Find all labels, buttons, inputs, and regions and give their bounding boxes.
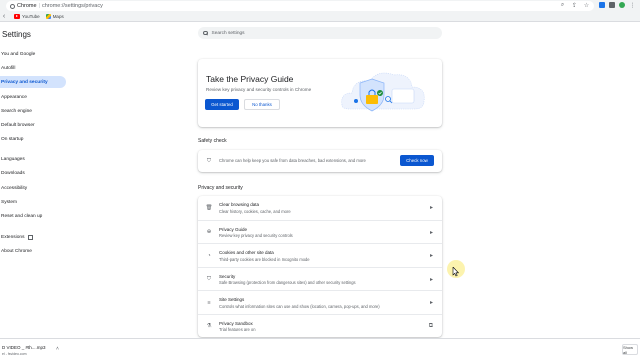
sidebar-item-label: Extensions (1, 234, 25, 240)
row-title: Clear browsing data (219, 202, 260, 207)
sidebar-item-privacy-and-security[interactable]: Privacy and security (0, 76, 66, 88)
row-description: Review key privacy and security controls (219, 233, 293, 238)
sliders-icon: ≡ (207, 299, 211, 306)
maps-icon (45, 14, 51, 19)
sidebar-item-about-chrome[interactable]: About Chrome (0, 245, 66, 257)
bookmark-maps[interactable]: Maps (45, 14, 64, 19)
safety-check-heading: Safety check (198, 138, 227, 144)
download-item[interactable]: D VIDEO _ #th....mp3 el - fsvideo.com ˄ (0, 342, 60, 358)
profile-avatar-icon[interactable] (619, 2, 625, 8)
search-input[interactable]: Search settings (198, 27, 442, 39)
sidebar-item-appearance[interactable]: Appearance (0, 91, 66, 103)
mouse-pointer-icon (452, 267, 459, 277)
sidebar-item-search-engine[interactable]: Search engine (0, 105, 66, 117)
zoom-icon[interactable]: ⌕ (559, 2, 566, 9)
search-placeholder: Search settings (211, 30, 245, 36)
settings-sidebar: Settings You and Google Autofill Privacy… (0, 22, 72, 338)
download-bar: D VIDEO _ #th....mp3 el - fsvideo.com ˄ … (0, 338, 640, 360)
row-title: Cookies and other site data (219, 250, 274, 255)
sidebar-item-reset[interactable]: Reset and clean up (0, 210, 66, 222)
bookmark-star-icon[interactable]: ☆ (583, 2, 590, 9)
guide-subtitle: Review key privacy and security controls… (206, 87, 312, 92)
url-separator: | (38, 3, 40, 9)
sidebar-item-languages[interactable]: Languages (0, 153, 66, 165)
extension-icon[interactable] (599, 2, 605, 8)
trash-icon: 🗑 (205, 204, 213, 211)
row-description: Third-party cookies are blocked in Incog… (219, 256, 310, 262)
show-all-button[interactable]: Show all (622, 344, 638, 355)
chevron-right-icon: ▸ (429, 205, 433, 211)
privacy-guide-card: Take the Privacy Guide Review key privac… (198, 59, 442, 127)
check-now-button[interactable]: Check now (400, 155, 434, 166)
youtube-icon (14, 14, 20, 19)
chevron-right-icon: ▸ (429, 276, 433, 283)
row-description: Trial features are on (219, 327, 256, 332)
download-filename: D VIDEO _ #th....mp3 (2, 345, 46, 350)
browser-toolbar: Chrome | chrome://settings/privacy ⌕ ⇪ ☆… (0, 0, 640, 12)
row-title: Security (219, 273, 236, 279)
bookmark-label: YouTube (22, 14, 40, 19)
privacy-row-security[interactable]: ⛉ Security Safe Browsing (protection fro… (198, 266, 442, 291)
privacy-card: 🗑 Clear browsing data Clear history, coo… (198, 196, 442, 337)
row-description: Controls what information sites can use … (219, 303, 380, 309)
get-started-button[interactable]: Get started (205, 99, 239, 110)
search-icon (203, 30, 208, 36)
menu-icon[interactable]: ⋮ (629, 2, 636, 9)
row-description: Safe Browsing (protection from dangerous… (219, 280, 356, 285)
chrome-chip: Chrome (17, 3, 37, 9)
chevron-right-icon: ▸ (429, 253, 433, 259)
bookmark-label: Maps (52, 14, 64, 19)
download-source: el - fsvideo.com (2, 351, 27, 356)
url-text[interactable]: chrome://settings/privacy (42, 3, 103, 9)
sidebar-item-on-startup[interactable]: On startup (0, 133, 66, 145)
privacy-row-clear-browsing-data[interactable]: 🗑 Clear browsing data Clear history, coo… (198, 196, 442, 220)
external-link-icon: ⧉ (428, 322, 433, 329)
no-thanks-button[interactable]: No thanks (244, 99, 280, 110)
privacy-row-privacy-sandbox[interactable]: ⚗ Privacy Sandbox Trial features are on … (198, 313, 442, 338)
guide-title: Take the Privacy Guide (206, 74, 294, 84)
site-info-icon[interactable] (10, 3, 15, 9)
row-description: Clear history, cookies, cache, and more (219, 208, 291, 214)
privacy-row-cookies[interactable]: ◔ Cookies and other site data Third-part… (198, 243, 442, 267)
shield-icon: ⛉ (206, 275, 212, 282)
row-title: Privacy Guide (219, 226, 248, 232)
sidebar-item-system[interactable]: System (0, 196, 66, 208)
bookmarks-bar: ‹ YouTube Maps (0, 12, 640, 22)
sidebar-item-downloads[interactable]: Downloads (0, 167, 66, 179)
sidebar-item-autofill[interactable]: Autofill (0, 62, 66, 74)
privacy-guide-illustration-icon (341, 72, 425, 112)
shield-icon: ⛉ (206, 157, 212, 164)
chevron-up-icon[interactable]: ˄ (56, 346, 59, 352)
cursor-highlight (447, 260, 465, 278)
bookmark-youtube[interactable]: YouTube (14, 14, 40, 19)
address-bar[interactable]: Chrome | chrome://settings/privacy ⌕ ⇪ ☆ (6, 1, 594, 11)
cookie-icon: ◔ (207, 252, 211, 259)
privacy-row-privacy-guide[interactable]: ⊕ Privacy Guide Review key privacy and s… (198, 219, 442, 244)
sidebar-item-extensions[interactable]: Extensions (0, 231, 66, 243)
row-title: Site Settings (219, 297, 245, 302)
page-title: Settings (2, 30, 31, 39)
privacy-heading: Privacy and security (198, 185, 243, 191)
sidebar-item-accessibility[interactable]: Accessibility (0, 182, 66, 194)
row-title: Privacy Sandbox (219, 320, 253, 326)
compass-icon: ⊕ (206, 229, 212, 235)
external-link-icon (28, 234, 34, 240)
chevron-right-icon: ▸ (429, 300, 433, 306)
chevron-left-icon[interactable]: ‹ (0, 12, 8, 22)
safety-check-text: Chrome can help keep you safe from data … (219, 158, 366, 163)
share-icon[interactable]: ⇪ (571, 2, 578, 9)
extensions-puzzle-icon[interactable] (609, 2, 615, 8)
privacy-row-site-settings[interactable]: ≡ Site Settings Controls what informatio… (198, 290, 442, 314)
safety-check-card: ⛉ Chrome can help keep you safe from dat… (198, 150, 442, 172)
chevron-right-icon: ▸ (429, 229, 433, 236)
flask-icon: ⚗ (206, 323, 212, 329)
sidebar-item-default-browser[interactable]: Default browser (0, 119, 66, 131)
sidebar-item-you-and-google[interactable]: You and Google (0, 48, 66, 60)
